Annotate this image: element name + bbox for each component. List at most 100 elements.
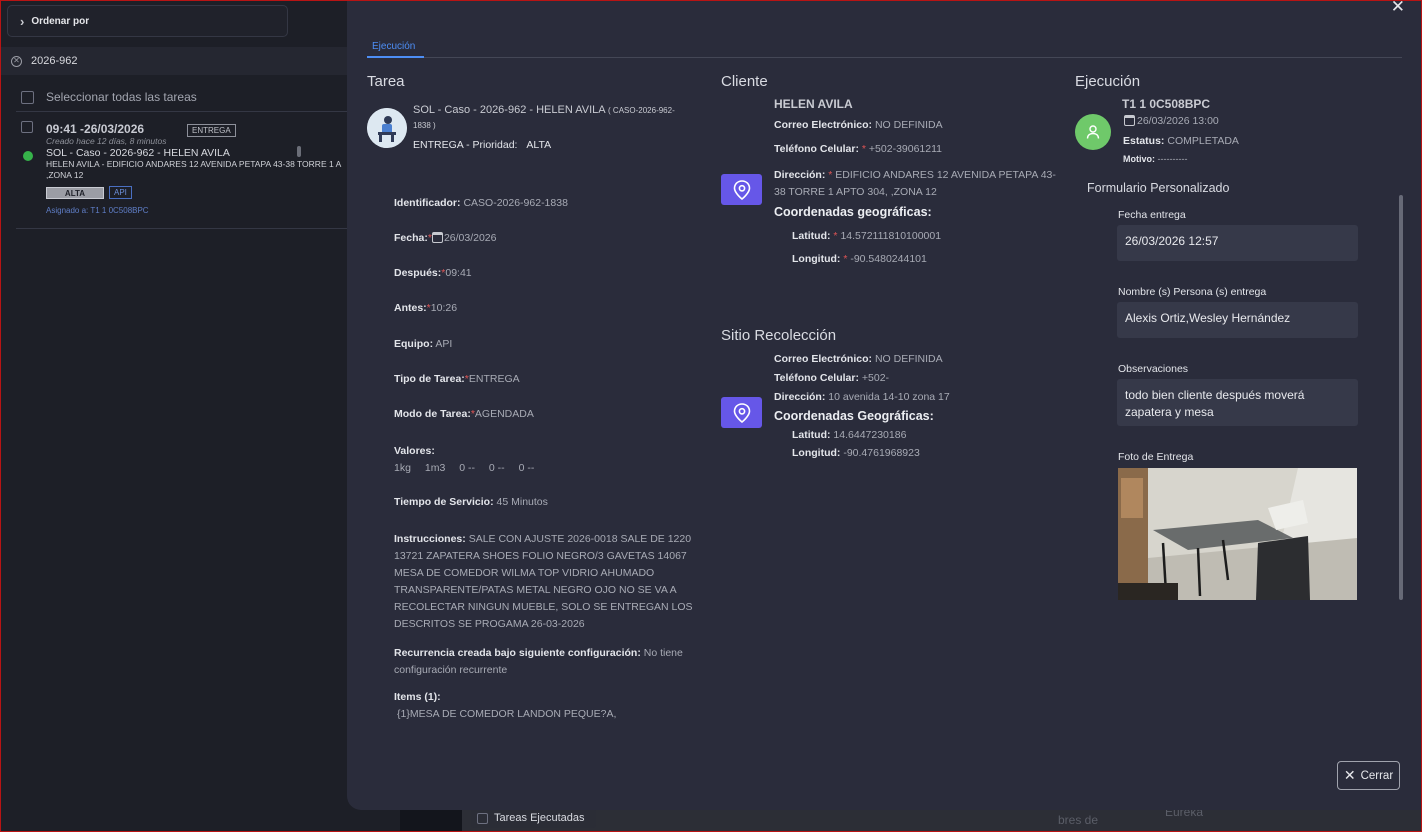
team-badge: API	[109, 186, 132, 199]
client-location-button[interactable]	[721, 174, 762, 205]
task-header: SOL - Caso - 2026-962 - HELEN AVILA ( CA…	[413, 103, 683, 133]
field-value: 26/03/2026	[443, 232, 497, 244]
ejecucion-heading: Ejecución	[1075, 73, 1141, 90]
tarea-heading: Tarea	[367, 73, 405, 90]
task-address: HELEN AVILA - EDIFICIO ANDARES 12 AVENID…	[46, 159, 366, 181]
calendar-icon	[1124, 115, 1135, 126]
close-icon[interactable]: ✕	[1391, 0, 1405, 17]
field-fecha: Fecha:* 26/03/2026	[394, 232, 497, 244]
task-priority-value: ALTA	[526, 139, 552, 151]
field-value: 10:26	[430, 302, 458, 314]
field-value: No tiene	[643, 647, 683, 659]
field-modo: Modo de Tarea:*AGENDADA	[394, 408, 534, 420]
field-antes: Antes:*10:26	[394, 302, 457, 314]
tab-active-indicator	[367, 56, 424, 58]
field-value: configuración recurrente	[394, 664, 508, 676]
tab-ejecucion[interactable]: Ejecución	[372, 41, 415, 52]
sort-label: Ordenar por	[31, 15, 90, 27]
field-recurrencia: Recurrencia creada bajo siguiente config…	[394, 645, 683, 679]
field-value: +502-39061211	[868, 143, 943, 155]
client-latitude: Latitud: * 14.572111810100001	[792, 230, 941, 242]
field-label: Valores:	[394, 445, 435, 457]
instruction-line: 13721 ZAPATERA SHOES FOLIO NEGRO/3 GAVET…	[394, 550, 687, 562]
execution-datetime: 26/03/2026 13:00	[1124, 115, 1219, 127]
search-filter-row: ✕ 2026-962	[0, 47, 400, 75]
custom-form-heading: Formulario Personalizado	[1087, 181, 1230, 195]
executed-tasks-toggle[interactable]: Tareas Ejecutadas	[471, 808, 596, 828]
field-label: Modo de Tarea:	[394, 408, 471, 420]
task-list-panel: › Ordenar por ✕ 2026-962 Seleccionar tod…	[0, 0, 400, 832]
sitio-heading: Sitio Recolección	[721, 327, 837, 344]
field-label: Recurrencia creada bajo siguiente config…	[394, 647, 641, 659]
field-value: -90.5480244101	[850, 253, 927, 265]
sort-button[interactable]: › Ordenar por	[7, 5, 288, 37]
field-instrucciones: Instrucciones: SALE CON AJUSTE 2026-0018…	[394, 531, 693, 633]
field-value: 45 Minutos	[496, 496, 548, 508]
pickup-location-button[interactable]	[721, 397, 762, 428]
field-value: AGENDADA	[474, 408, 534, 420]
field-label: Motivo:	[1123, 154, 1155, 164]
search-value[interactable]: 2026-962	[31, 55, 78, 67]
scroll-indicator	[297, 146, 301, 157]
field-value: +502-	[861, 372, 890, 384]
valores-list: 1kg 1m3 0 -- 0 -- 0 --	[394, 462, 534, 474]
delivery-photo[interactable]	[1118, 468, 1357, 600]
close-icon: ✕	[1343, 767, 1356, 783]
map-label: bres de	[1058, 813, 1099, 827]
client-longitude: Longitud: * -90.5480244101	[792, 253, 927, 265]
location-pin-icon	[733, 402, 750, 423]
field-label: Correo Electrónico:	[774, 353, 873, 365]
field-value: -90.4761968923	[843, 447, 920, 459]
field-label: Correo Electrónico:	[774, 119, 873, 131]
field-value: 38 TORRE 1 APTO 304, ,ZONA 12	[774, 186, 937, 198]
priority-badge: ALTA	[46, 187, 104, 199]
task-detail-modal: ✕ Ejecución Tarea SOL - Caso - 2026-962 …	[347, 0, 1422, 810]
pickup-email: Correo Electrónico: NO DEFINIDA	[774, 353, 943, 365]
valor-item: 0 --	[459, 462, 475, 474]
field-value: API	[435, 338, 453, 350]
field-value: 14.572111810100001	[840, 230, 942, 242]
task-title: SOL - Caso - 2026-962 - HELEN AVILA	[46, 147, 230, 159]
calendar-icon	[431, 232, 443, 243]
valor-item: 1kg	[394, 462, 411, 474]
field-label: Equipo:	[394, 338, 434, 350]
field-label: Fecha:	[394, 232, 428, 244]
pickup-address: Dirección: 10 avenida 14-10 zona 17	[774, 391, 950, 403]
field-valores: Valores:	[394, 445, 435, 457]
field-value: 09:41	[445, 267, 472, 279]
close-button[interactable]: ✕ Cerrar	[1337, 761, 1400, 790]
field-label: Tiempo de Servicio:	[394, 496, 494, 508]
task-address-line1: HELEN AVILA - EDIFICIO ANDARES 12 AVENID…	[46, 159, 342, 169]
item-value: {1}MESA DE COMEDOR LANDON PEQUE?A,	[397, 708, 617, 720]
field-value: COMPLETADA	[1167, 135, 1239, 147]
select-all-checkbox[interactable]	[21, 90, 34, 104]
field-label: Latitud:	[792, 230, 831, 242]
divider	[16, 228, 400, 229]
instruction-line: TRANSPARENTE/PATAS METAL NEGRO OJO NO SE…	[394, 584, 677, 596]
required-mark: *	[861, 143, 866, 155]
executed-tasks-checkbox[interactable]	[477, 812, 488, 824]
field-equipo: Equipo: API	[394, 338, 452, 350]
delivery-person-icon	[367, 108, 407, 148]
driver-name: T1 1 0C508BPC	[1122, 97, 1211, 111]
field-label: Longitud:	[792, 253, 841, 265]
foto-entrega-label: Foto de Entrega	[1118, 451, 1194, 463]
form-scrollbar[interactable]	[1399, 195, 1403, 600]
persona-entrega-field: Alexis Ortiz,Wesley Hernández	[1117, 302, 1358, 338]
pickup-coords-heading: Coordenadas Geográficas:	[774, 409, 934, 423]
select-all-row[interactable]: Seleccionar todas las tareas	[21, 90, 197, 104]
instruction-line: DESCRITOS SE PROGAMA 26-03-2026	[394, 618, 585, 630]
tab-divider	[367, 57, 1402, 58]
close-button-label: Cerrar	[1360, 769, 1394, 782]
task-type-badge: ENTREGA	[187, 124, 236, 137]
field-value: CASO-2026-962-1838	[463, 197, 568, 209]
persona-entrega-label: Nombre (s) Persona (s) entrega	[1118, 286, 1267, 298]
client-address: Dirección: * EDIFICIO ANDARES 12 AVENIDA…	[774, 167, 1056, 201]
task-type-priority-label: ENTREGA - Prioridad:	[413, 139, 518, 151]
field-label: Longitud:	[792, 447, 841, 459]
field-label: Tipo de Tarea:	[394, 373, 465, 385]
clear-search-icon[interactable]: ✕	[11, 55, 22, 67]
task-checkbox[interactable]	[21, 121, 33, 133]
field-label: Identificador:	[394, 197, 461, 209]
pickup-phone: Teléfono Celular: +502-	[774, 372, 889, 384]
